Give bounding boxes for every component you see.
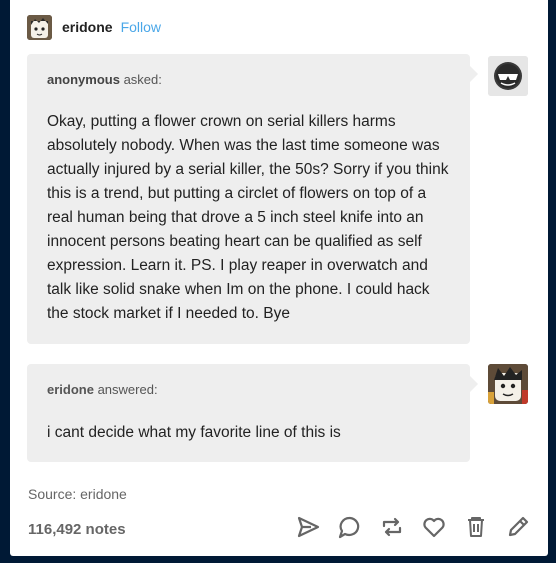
reply-icon[interactable] (337, 514, 363, 540)
answerer-avatar[interactable] (488, 364, 528, 404)
ask-text: Okay, putting a flower crown on serial k… (47, 113, 449, 322)
source-line: Source: eridone (28, 486, 127, 502)
answerer-name[interactable]: eridone (47, 382, 94, 397)
delete-icon[interactable] (463, 514, 489, 540)
anonymous-avatar (488, 56, 528, 96)
source-label: Source: (28, 486, 81, 502)
share-icon[interactable] (295, 514, 321, 540)
blog-name[interactable]: eridone (62, 19, 113, 35)
asked-suffix: asked: (119, 72, 162, 87)
post-card: eridone Follow anonymous asked: Okay, pu… (10, 0, 548, 556)
post-header: eridone Follow (27, 13, 161, 41)
like-icon[interactable] (421, 514, 447, 540)
answer-text: i cant decide what my favorite line of t… (47, 424, 341, 441)
answered-suffix: answered: (93, 382, 158, 397)
source-link[interactable]: eridone (80, 486, 127, 502)
asker-name: anonymous (47, 72, 120, 87)
notes-count[interactable]: 116,492 notes (28, 521, 126, 538)
follow-button[interactable]: Follow (121, 19, 161, 35)
post-actions (295, 514, 531, 540)
answerer-line: eridone answered: (47, 382, 158, 397)
edit-icon[interactable] (505, 514, 531, 540)
reblog-icon[interactable] (379, 514, 405, 540)
answer-bubble: eridone answered: i cant decide what my … (27, 364, 478, 462)
asker-line: anonymous asked: (47, 72, 162, 87)
ask-bubble: anonymous asked: Okay, putting a flower … (27, 54, 478, 344)
blog-avatar[interactable] (27, 14, 52, 40)
